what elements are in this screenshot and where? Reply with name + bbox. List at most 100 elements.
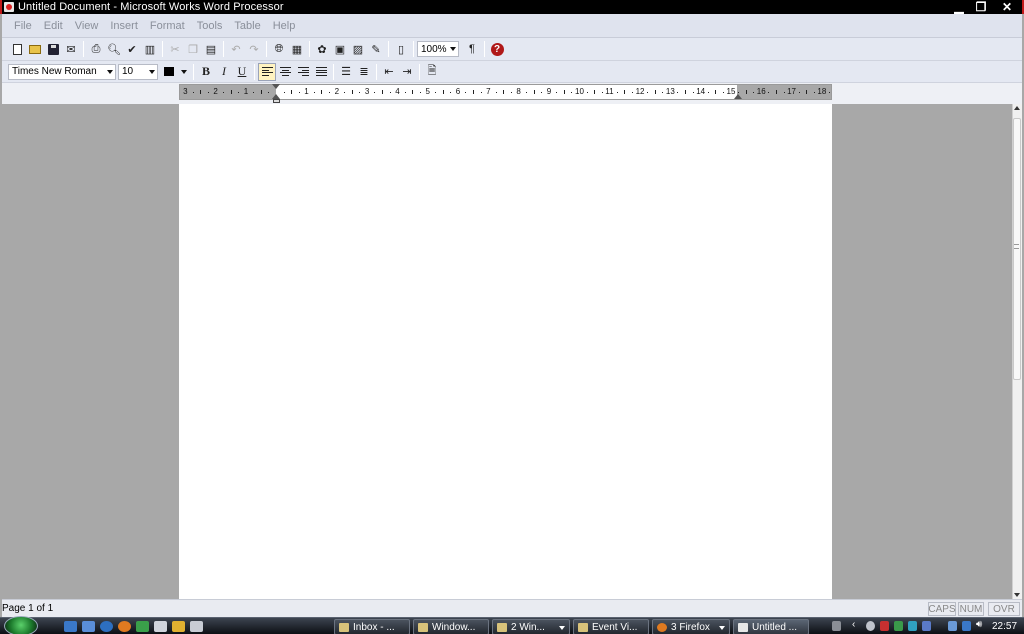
scroll-thumb[interactable] [1013, 118, 1021, 380]
save-icon [47, 43, 59, 55]
left-indent-marker[interactable] [273, 99, 280, 103]
ruler-tick [617, 92, 618, 93]
insert-picture-button[interactable]: ▣ [331, 40, 349, 58]
numbering-button[interactable]: ≣ [355, 63, 373, 81]
folder-quicklaunch-icon[interactable] [172, 621, 185, 632]
tray-update-icon[interactable] [894, 621, 903, 631]
align-left-button[interactable] [258, 62, 276, 81]
redo-icon: ↷ [249, 43, 259, 56]
tray-signal-icon[interactable] [948, 621, 957, 631]
internet-explorer-icon[interactable] [100, 621, 113, 632]
align-right-button[interactable] [294, 63, 312, 81]
help-icon: ? [490, 42, 504, 56]
new-document-button[interactable] [8, 40, 26, 58]
menu-tools[interactable]: Tools [191, 20, 229, 32]
minimize-button[interactable]: ▁ [948, 0, 970, 14]
maximize-button[interactable]: ❐ [970, 0, 992, 14]
document-page[interactable] [179, 104, 832, 599]
templates-button[interactable]: ✎ [367, 40, 385, 58]
columns-button[interactable]: ▯ [392, 40, 410, 58]
task-2-windows[interactable]: 2 Win... [492, 619, 570, 634]
undo-button[interactable]: ↶ [227, 40, 245, 58]
help-button[interactable]: ? [488, 40, 506, 58]
switch-windows-icon[interactable] [82, 621, 95, 632]
scroll-down-icon[interactable] [1014, 593, 1020, 597]
align-left-icon [261, 67, 273, 76]
menu-insert[interactable]: Insert [104, 20, 144, 32]
cut-button[interactable]: ✂ [166, 40, 184, 58]
menu-view[interactable]: View [69, 20, 105, 32]
save-button[interactable] [44, 40, 62, 58]
start-button[interactable] [4, 616, 38, 634]
separator [413, 41, 414, 57]
justify-button[interactable] [312, 63, 330, 81]
spelling-button[interactable]: ✔︎ [123, 40, 141, 58]
right-indent-marker[interactable] [734, 94, 742, 99]
ruler-label: 3 [364, 87, 370, 96]
insert-table-button[interactable]: ▦ [288, 40, 306, 58]
italic-button[interactable]: I [215, 63, 233, 81]
vertical-scrollbar[interactable] [1012, 104, 1022, 599]
task-event-viewer[interactable]: Event Vi... [573, 619, 649, 634]
mail-quicklaunch-icon[interactable] [154, 621, 167, 632]
font-color-select[interactable] [160, 63, 190, 80]
print-button[interactable]: ⎙ [87, 40, 105, 58]
font-size-select[interactable]: 10 [118, 63, 158, 80]
print-preview-button[interactable]: 🔍︎ [105, 40, 123, 58]
ruler-tick [374, 92, 375, 93]
pen-icon: ✎ [371, 43, 381, 56]
tray-network-icon[interactable] [832, 621, 841, 631]
task-firefox[interactable]: 3 Firefox [652, 619, 730, 634]
task-windows[interactable]: Window... [413, 619, 489, 634]
chevron-down-icon [559, 626, 565, 630]
format-gallery-button[interactable]: 🗎︎ [423, 63, 441, 81]
increase-indent-button[interactable]: ⇥ [398, 63, 416, 81]
research-button[interactable]: ▥ [141, 40, 159, 58]
firefox-icon[interactable] [118, 621, 131, 632]
insert-image-button[interactable]: ▨ [349, 40, 367, 58]
tray-volume-icon[interactable]: 🔊︎ [976, 619, 985, 630]
ruler-tick [496, 92, 497, 93]
menu-help[interactable]: Help [267, 20, 302, 32]
menu-format[interactable]: Format [144, 20, 191, 32]
close-button[interactable]: ✕ [996, 0, 1018, 14]
clock[interactable]: 22:57 [992, 621, 1017, 632]
paste-button[interactable]: ▤ [202, 40, 220, 58]
app-icon[interactable] [4, 2, 14, 12]
tray-bluetooth-icon[interactable] [922, 621, 931, 631]
font-name-select[interactable]: Times New Roman [8, 63, 116, 80]
tray-security-icon[interactable] [880, 621, 889, 631]
menu-file[interactable]: File [8, 20, 38, 32]
menu-edit[interactable]: Edit [38, 20, 69, 32]
show-desktop-icon[interactable] [64, 621, 77, 632]
open-button[interactable] [26, 40, 44, 58]
menu-table[interactable]: Table [228, 20, 266, 32]
decrease-indent-button[interactable]: ⇤ [380, 63, 398, 81]
task-untitled-document[interactable]: Untitled ... [733, 619, 809, 634]
separator [162, 41, 163, 57]
tray-app-icon[interactable] [866, 621, 875, 631]
app-quicklaunch-icon[interactable] [190, 621, 203, 632]
bullets-button[interactable]: ☰ [337, 63, 355, 81]
task-label: Inbox - ... [353, 621, 395, 633]
send-button[interactable]: ✉ [62, 40, 80, 58]
downloader-icon[interactable] [136, 621, 149, 632]
ruler-tick [587, 92, 588, 93]
tray-monitor-icon[interactable] [962, 621, 971, 631]
horizontal-ruler[interactable]: 3 2 1 1 2 3 4 5 6 7 8 9 10 11 12 13 14 15 16 17 18 [179, 84, 832, 103]
show-formatting-button[interactable]: ¶ [463, 40, 481, 58]
bold-button[interactable]: B [197, 63, 215, 81]
underline-button[interactable]: U [233, 63, 251, 81]
books-icon: ▥ [144, 43, 156, 56]
copy-button[interactable]: ❐ [184, 40, 202, 58]
align-center-button[interactable] [276, 63, 294, 81]
tray-expand-icon[interactable]: ‹ [852, 619, 861, 630]
hyperlink-button[interactable]: 🌐︎ [270, 40, 288, 58]
zoom-select[interactable]: 100% [417, 41, 459, 57]
clip-art-button[interactable]: ✿ [313, 40, 331, 58]
redo-button[interactable]: ↷ [245, 40, 263, 58]
first-line-indent-marker[interactable] [272, 84, 280, 89]
tray-sync-icon[interactable] [908, 621, 917, 631]
task-inbox[interactable]: Inbox - ... [334, 619, 410, 634]
scroll-up-icon[interactable] [1014, 106, 1020, 110]
